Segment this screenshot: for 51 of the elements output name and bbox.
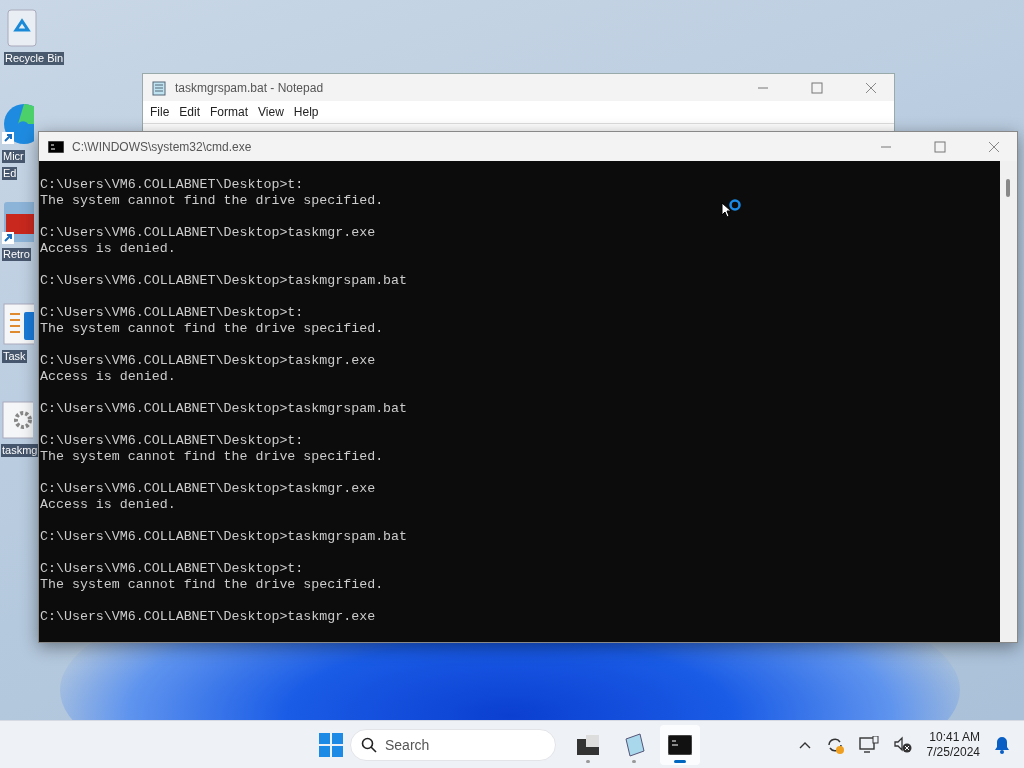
close-icon[interactable] xyxy=(988,140,1000,153)
console-line: The system cannot find the drive specified. xyxy=(40,449,384,465)
desktop-icon-label: Task xyxy=(2,350,27,363)
notification-bell-icon[interactable] xyxy=(994,736,1010,754)
network-icon[interactable] xyxy=(858,736,879,754)
menu-item[interactable]: Help xyxy=(288,105,324,119)
desktop-icon-label: taskmg xyxy=(1,444,39,457)
console-line: C:\Users\VM6.COLLABNET\Desktop>t: xyxy=(40,561,304,577)
console-line: The system cannot find the drive specified. xyxy=(40,321,384,337)
console-line: C:\Users\VM6.COLLABNET\Desktop>taskmgrspam.bat xyxy=(40,273,408,289)
desktop-icon-label: Ed xyxy=(2,167,18,180)
console-line: Access is denied. xyxy=(40,369,176,385)
console-line: C:\Users\VM6.COLLABNET\Desktop>t: xyxy=(40,305,304,321)
busy-cursor-icon xyxy=(721,199,741,218)
menu-item[interactable]: Edit xyxy=(174,105,206,119)
document-icon[interactable] xyxy=(2,302,34,346)
desktop-icon-label: Retro xyxy=(2,248,31,261)
console-line: C:\Users\VM6.COLLABNET\Desktop>taskmgrspam.bat xyxy=(40,401,408,417)
window-title: taskmgrspam.bat - Notepad xyxy=(175,80,325,95)
start-icon[interactable] xyxy=(318,732,344,758)
console-icon xyxy=(48,140,64,153)
scrollbar[interactable] xyxy=(1000,161,1017,642)
window-title: C:\WINDOWS\system32\cmd.exe xyxy=(72,139,253,154)
console-line: C:\Users\VM6.COLLABNET\Desktop>taskmgr.exe xyxy=(40,225,376,241)
console-line: Access is denied. xyxy=(40,497,176,513)
desktop-icon-label: Micr xyxy=(2,150,25,163)
search-placeholder: Search xyxy=(385,737,430,753)
console-line: C:\Users\VM6.COLLABNET\Desktop>taskmgr.exe xyxy=(40,481,376,497)
console-line: The system cannot find the drive specified. xyxy=(40,193,384,209)
close-icon[interactable] xyxy=(865,81,877,94)
maximize-icon[interactable] xyxy=(934,140,946,153)
console-line: C:\Users\VM6.COLLABNET\Desktop>t: xyxy=(40,433,304,449)
menu-item[interactable]: Format xyxy=(205,105,254,119)
search-icon xyxy=(361,737,377,753)
speaker-muted-icon[interactable] xyxy=(892,736,913,754)
console-line: C:\Users\VM6.COLLABNET\Desktop>taskmgr.exe xyxy=(40,609,376,625)
menu-item[interactable]: View xyxy=(253,105,289,119)
clock-time[interactable]: 10:41 AM xyxy=(929,730,980,745)
chevron-up-icon[interactable] xyxy=(798,741,811,749)
search-field[interactable]: Search xyxy=(350,729,556,761)
taskbar-app-button[interactable] xyxy=(660,725,700,765)
menu-item[interactable]: File xyxy=(145,105,175,119)
clock-date[interactable]: 7/25/2024 xyxy=(926,745,980,760)
desktop-icon-label: Recycle Bin xyxy=(4,52,65,65)
console-line: C:\Users\VM6.COLLABNET\Desktop>t: xyxy=(40,177,304,193)
console-line: C:\Users\VM6.COLLABNET\Desktop>taskmgr.exe xyxy=(40,353,376,369)
console-line: The system cannot find the drive specified. xyxy=(40,577,384,593)
console-line: Access is denied. xyxy=(40,241,176,257)
console-icon xyxy=(668,735,692,755)
console-line: C:\Users\VM6.COLLABNET\Desktop>taskmgrspam.bat xyxy=(40,529,408,545)
maximize-icon[interactable] xyxy=(811,81,823,94)
